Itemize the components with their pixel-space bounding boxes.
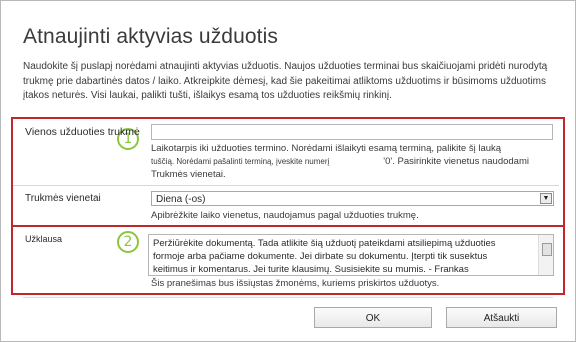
cancel-button[interactable]: Atšaukti — [446, 307, 557, 328]
dropdown-arrow-icon[interactable]: ▼ — [540, 193, 552, 204]
duration-label: Vienos užduoties trukmė — [25, 126, 140, 138]
dialog-title: Atnaujinti aktyvias užduotis — [23, 25, 278, 48]
duration-help-line3: Trukmės vienetai. — [151, 169, 226, 180]
row-divider — [13, 185, 559, 186]
dialog-description: Naudokite šį puslapį norėdami atnaujinti… — [23, 61, 548, 101]
message-line: Peržiūrėkite dokumentą. Tada atlikite ši… — [153, 238, 496, 249]
units-help: Apibrėžkite laiko vienetus, naudojamus p… — [151, 210, 419, 221]
footer-divider — [23, 297, 553, 298]
message-textarea[interactable]: Peržiūrėkite dokumentą. Tada atlikite ši… — [148, 234, 554, 276]
scrollbar-thumb[interactable] — [542, 243, 552, 256]
message-label: Užklausa — [25, 234, 63, 244]
callout-number-2: 2 — [117, 231, 139, 253]
message-line: keitimus ir komentarus. Jei turite klaus… — [153, 264, 469, 275]
duration-help-line2: tuščią. Norėdami pašalinti terminą, įves… — [151, 155, 551, 168]
duration-help-line1: Laikotarpis iki užduoties termino. Norėd… — [151, 143, 502, 154]
units-select[interactable]: Diena (-os) ▼ — [151, 191, 554, 206]
units-selected-value: Diena (-os) — [156, 194, 206, 205]
duration-help-line2-rest: '0'. Pasirinkite vienetus naudodami — [383, 156, 529, 167]
duration-input[interactable] — [151, 124, 553, 140]
duration-help-line2-small: tuščią. Norėdami pašalinti terminą, įves… — [151, 157, 330, 166]
ok-button[interactable]: OK — [314, 307, 432, 328]
message-line: formoje arba pačiame dokumente. Jei dirb… — [153, 251, 488, 262]
message-scrollbar[interactable] — [538, 235, 553, 275]
duration-help: Laikotarpis iki užduoties termino. Norėd… — [151, 142, 551, 181]
dialog-window: Atnaujinti aktyvias užduotis Naudokite š… — [0, 0, 576, 342]
units-label: Trukmės vienetai — [25, 193, 101, 204]
message-help: Šis pranešimas bus išsiųstas žmonėms, ku… — [151, 278, 440, 289]
